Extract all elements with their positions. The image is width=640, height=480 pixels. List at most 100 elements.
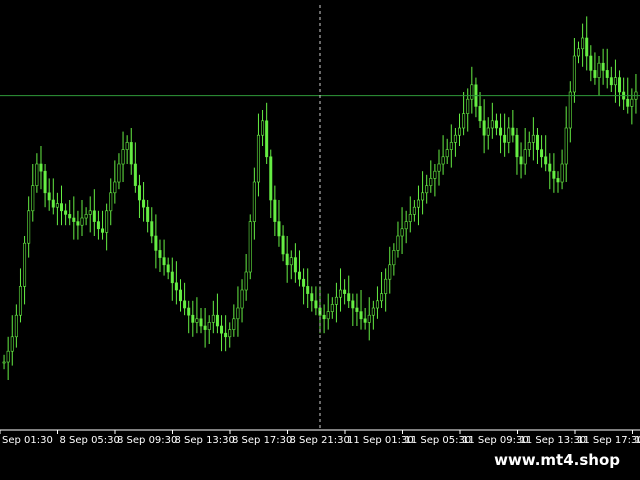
candle-body xyxy=(544,156,548,165)
candle-body xyxy=(133,163,137,186)
candle-body xyxy=(224,332,228,338)
candle-body xyxy=(174,282,178,291)
candle-body xyxy=(605,70,609,78)
candle-body xyxy=(458,127,462,136)
candle-body xyxy=(433,170,437,179)
candle-body xyxy=(35,163,39,186)
candle-body xyxy=(585,37,589,57)
candle-body xyxy=(248,221,252,273)
candle-body xyxy=(462,113,466,129)
candle-body xyxy=(441,156,445,165)
candle-body xyxy=(277,221,281,237)
candle-body xyxy=(256,134,260,183)
candle-body xyxy=(531,134,535,143)
candle-body xyxy=(425,185,429,194)
candle-body xyxy=(630,98,634,107)
candle-body xyxy=(232,318,236,330)
candle-body xyxy=(2,361,6,364)
candle-body xyxy=(351,300,355,309)
candle-body xyxy=(101,228,105,233)
candle-body xyxy=(150,221,154,237)
candle-body xyxy=(228,329,232,338)
candle-body xyxy=(519,156,523,165)
candle-body xyxy=(244,271,248,291)
candle-body xyxy=(154,235,158,251)
candle-body xyxy=(10,336,14,352)
candle-body xyxy=(146,206,150,222)
candle-body xyxy=(355,307,359,312)
candle-body xyxy=(597,62,601,78)
x-tick-label: 8 Sep 09:30 xyxy=(117,435,177,446)
candle-body xyxy=(314,300,318,309)
candle-body xyxy=(470,84,474,100)
candle-body xyxy=(207,322,211,330)
candle-body xyxy=(511,127,515,136)
candle-body xyxy=(261,120,265,136)
candle-body xyxy=(535,134,539,150)
candle-body xyxy=(507,127,511,143)
candle-body xyxy=(490,120,494,129)
x-tick-label: 11 Sep 17:30 xyxy=(577,435,640,446)
x-tick-label: 8 Sep 17:30 xyxy=(232,435,292,446)
candle-body xyxy=(552,170,556,179)
candle-body xyxy=(203,325,207,330)
candle-body xyxy=(178,289,182,302)
candle-body xyxy=(609,77,613,86)
candle-body xyxy=(240,289,244,309)
candle-body xyxy=(527,142,531,150)
candle-body xyxy=(400,228,404,237)
candle-body xyxy=(380,293,384,302)
candle-body xyxy=(568,91,572,129)
candle-body xyxy=(577,48,581,57)
candle-body xyxy=(158,250,162,258)
x-tick-label: 8 Sep 05:30 xyxy=(60,435,120,446)
candle-body xyxy=(392,250,396,266)
candle-body xyxy=(6,350,10,363)
candle-body xyxy=(466,98,470,114)
candle-body xyxy=(55,203,59,208)
candle-body xyxy=(306,286,310,294)
candle-body xyxy=(589,55,593,71)
candle-body xyxy=(421,192,425,201)
candle-body xyxy=(293,257,297,273)
candle-body xyxy=(601,62,605,71)
candle-body xyxy=(187,307,191,316)
candle-body xyxy=(334,296,338,305)
candle-body xyxy=(515,134,519,158)
candle-body xyxy=(88,210,92,215)
candle-body xyxy=(429,178,433,186)
candle-body xyxy=(408,214,412,222)
x-tick-label: 8 Sep 21:30 xyxy=(290,435,350,446)
x-tick-label: Sep 01:30 xyxy=(2,435,53,446)
watermark: www.mt4.shop xyxy=(484,448,630,472)
candle-body xyxy=(359,311,363,320)
candle-body xyxy=(523,149,527,165)
candle-body xyxy=(326,311,330,320)
price-chart: Sep 01:30 8 Sep 05:308 Sep 09:308 Sep 13:… xyxy=(0,0,640,480)
candle-body xyxy=(43,170,47,194)
candle-body xyxy=(626,98,630,107)
candle-body xyxy=(330,304,334,312)
candle-body xyxy=(289,257,293,266)
candle-body xyxy=(302,278,306,287)
candle-body xyxy=(388,264,392,280)
candle-body xyxy=(113,181,117,194)
candle-body xyxy=(27,210,31,244)
candle-body xyxy=(581,37,585,50)
candle-body xyxy=(252,181,256,222)
candle-body xyxy=(14,314,18,338)
candle-body xyxy=(105,210,109,233)
candle-body xyxy=(281,235,285,255)
candle-body xyxy=(572,55,576,93)
candle-body xyxy=(375,300,379,309)
candle-body xyxy=(236,307,240,320)
candle-body xyxy=(453,134,457,143)
candle-body xyxy=(125,142,129,150)
candle-body xyxy=(503,134,507,143)
candle-body xyxy=(199,318,203,327)
candle-body xyxy=(564,127,568,165)
candle-body xyxy=(183,300,187,309)
candle-body xyxy=(129,142,133,165)
candle-body xyxy=(162,257,166,266)
candle-body xyxy=(117,163,121,183)
